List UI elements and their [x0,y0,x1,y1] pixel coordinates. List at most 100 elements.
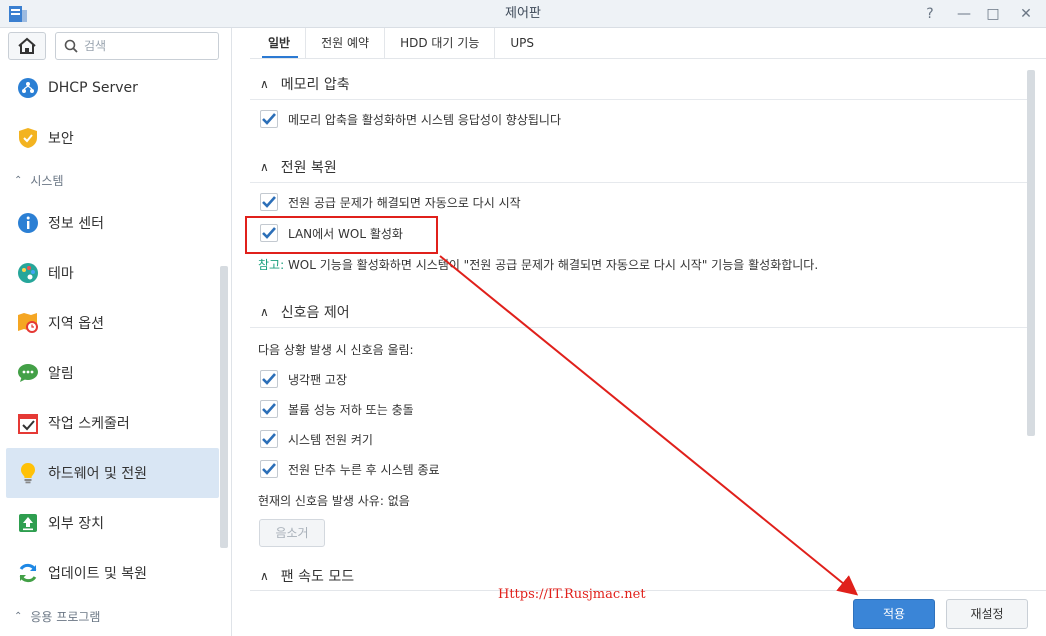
title-bar: 제어판 ? — □ ✕ [0,0,1046,28]
upload-icon [16,511,40,535]
home-icon [18,37,36,54]
apply-button[interactable]: 적용 [853,599,935,629]
sidebar-item-label: 업데이트 및 복원 [48,566,148,582]
chevron-up-icon: ∧ [260,160,269,174]
section-divider [250,99,1030,100]
wol-note: 참고: WOL 기능을 활성화하면 시스템이 "전원 공급 문제가 해결되면 자… [258,256,818,273]
tab-general[interactable]: 일반 [253,28,307,58]
checkbox-checked-icon [260,400,278,418]
sidebar-item-theme[interactable]: 테마 [6,248,219,298]
auto-restart-checkbox[interactable]: 전원 공급 문제가 해결되면 자동으로 다시 시작 [260,192,521,212]
reset-button[interactable]: 재설정 [946,599,1028,629]
section-title: 신호음 제어 [280,305,350,321]
chevron-up-icon: ⌃ [14,174,23,186]
search-icon [64,39,78,53]
close-icon[interactable]: ✕ [1016,4,1036,24]
checkbox-checked-icon [260,193,278,211]
refresh-icon [16,561,40,585]
section-title: 팬 속도 모드 [280,569,355,585]
chat-bubble-icon [16,361,40,385]
checkbox-checked-icon [260,460,278,478]
checkbox-label: 전원 단추 누른 후 시스템 종료 [288,462,440,477]
section-divider [250,327,1030,328]
maximize-icon[interactable]: □ [983,4,1003,24]
minimize-icon[interactable]: — [954,4,974,24]
fan-failure-checkbox[interactable]: 냉각팬 고장 [260,369,347,389]
mute-button[interactable]: 음소거 [259,519,325,547]
help-icon[interactable]: ? [920,4,940,24]
note-text: WOL 기능을 활성화하면 시스템이 "전원 공급 문제가 해결되면 자동으로 … [284,258,819,272]
content-scrollbar[interactable] [1027,70,1035,436]
section-header-power-recovery[interactable]: ∧ 전원 복원 [260,156,1020,178]
section-header-beep-control[interactable]: ∧ 신호음 제어 [260,301,1020,323]
calendar-check-icon [16,411,40,435]
search-input[interactable] [84,37,214,55]
sidebar-section-system[interactable]: ⌃ 시스템 [14,170,214,190]
system-power-on-checkbox[interactable]: 시스템 전원 켜기 [260,429,373,449]
chevron-up-icon: ∧ [260,77,269,91]
section-header-memory-compression[interactable]: ∧ 메모리 압축 [260,73,1020,95]
checkbox-label: 볼륨 성능 저하 또는 충돌 [288,402,414,417]
section-title: 메모리 압축 [280,77,350,93]
sidebar-item-label: 테마 [48,266,74,282]
volume-degraded-checkbox[interactable]: 볼륨 성능 저하 또는 충돌 [260,399,414,419]
sidebar-item-label: 지역 옵션 [48,316,104,332]
checkbox-label: 메모리 압축을 활성화하면 시스템 응답성이 향상됩니다 [288,112,561,127]
highlight-box [245,216,438,254]
sidebar-item-task-scheduler[interactable]: 작업 스케줄러 [6,398,219,448]
sidebar-scrollbar[interactable] [220,266,228,548]
sidebar-item-info-center[interactable]: 정보 센터 [6,198,219,248]
beep-intro: 다음 상황 발생 시 신호음 울림: [258,343,414,357]
settings-panel: ∧ 메모리 압축 메모리 압축을 활성화하면 시스템 응답성이 향상됩니다 ∧ … [250,62,1030,590]
shield-icon [16,126,40,150]
sidebar-section-applications[interactable]: ⌃ 응용 프로그램 [14,606,214,626]
checkbox-label: 냉각팬 고장 [288,372,348,387]
window-title: 제어판 [505,6,541,21]
note-lead: 참고: [258,258,285,272]
sidebar-item-external-devices[interactable]: 외부 장치 [6,498,219,548]
checkbox-checked-icon [260,110,278,128]
sidebar-item-label: DHCP Server [48,80,138,96]
section-header-fan-speed-mode[interactable]: ∧ 팬 속도 모드 [260,565,1020,587]
sidebar-item-label: 보안 [48,131,74,147]
sidebar-item-label: 알림 [48,366,74,382]
sidebar-item-hardware-power[interactable]: 하드웨어 및 전원 [6,448,219,498]
checkbox-label: 전원 공급 문제가 해결되면 자동으로 다시 시작 [288,195,521,210]
palette-icon [16,261,40,285]
sidebar-item-label: 외부 장치 [48,516,104,532]
tab-ups[interactable]: UPS [495,28,549,58]
dhcp-server-icon [16,76,40,100]
tab-hdd-hibernation[interactable]: HDD 대기 기능 [385,28,496,58]
current-beep-reason: 현재의 신호음 발생 사유: 없음 [258,494,410,508]
power-button-shutdown-checkbox[interactable]: 전원 단추 누른 후 시스템 종료 [260,459,440,479]
sidebar-item-label: 하드웨어 및 전원 [48,466,148,482]
memory-compression-checkbox[interactable]: 메모리 압축을 활성화하면 시스템 응답성이 향상됩니다 [260,109,561,129]
search-box [55,32,219,60]
chevron-up-icon: ∧ [260,305,269,319]
sidebar-item-dhcp-server[interactable]: DHCP Server [6,63,219,113]
sidebar-item-security[interactable]: 보안 [6,113,219,163]
sidebar-item-notification[interactable]: 알림 [6,348,219,398]
tab-power-schedule[interactable]: 전원 예약 [306,28,386,58]
checkbox-label: 시스템 전원 켜기 [288,432,373,447]
home-button[interactable] [8,32,46,60]
sidebar-section-label: 응용 프로그램 [30,609,101,624]
sidebar-item-update-restore[interactable]: 업데이트 및 복원 [6,548,219,598]
section-title: 전원 복원 [280,160,337,176]
chevron-up-icon: ∧ [260,569,269,583]
sidebar: DHCP Server 보안 ⌃ 시스템 정보 센터 테마 지역 옵션 알림 [0,28,232,636]
region-clock-icon [16,311,40,335]
watermark-text: Https://IT.Rusjmac.net [498,587,646,602]
sidebar-item-label: 작업 스케줄러 [48,416,130,432]
lightbulb-icon [16,461,40,485]
sidebar-item-label: 정보 센터 [48,216,104,232]
info-icon [16,211,40,235]
tab-bar: 일반 전원 예약 HDD 대기 기능 UPS [253,28,549,58]
section-divider [250,182,1030,183]
sidebar-section-label: 시스템 [30,173,64,188]
chevron-up-icon: ⌃ [14,610,23,622]
checkbox-checked-icon [260,430,278,448]
tab-divider [250,58,1046,59]
sidebar-item-regional-options[interactable]: 지역 옵션 [6,298,219,348]
checkbox-checked-icon [260,370,278,388]
